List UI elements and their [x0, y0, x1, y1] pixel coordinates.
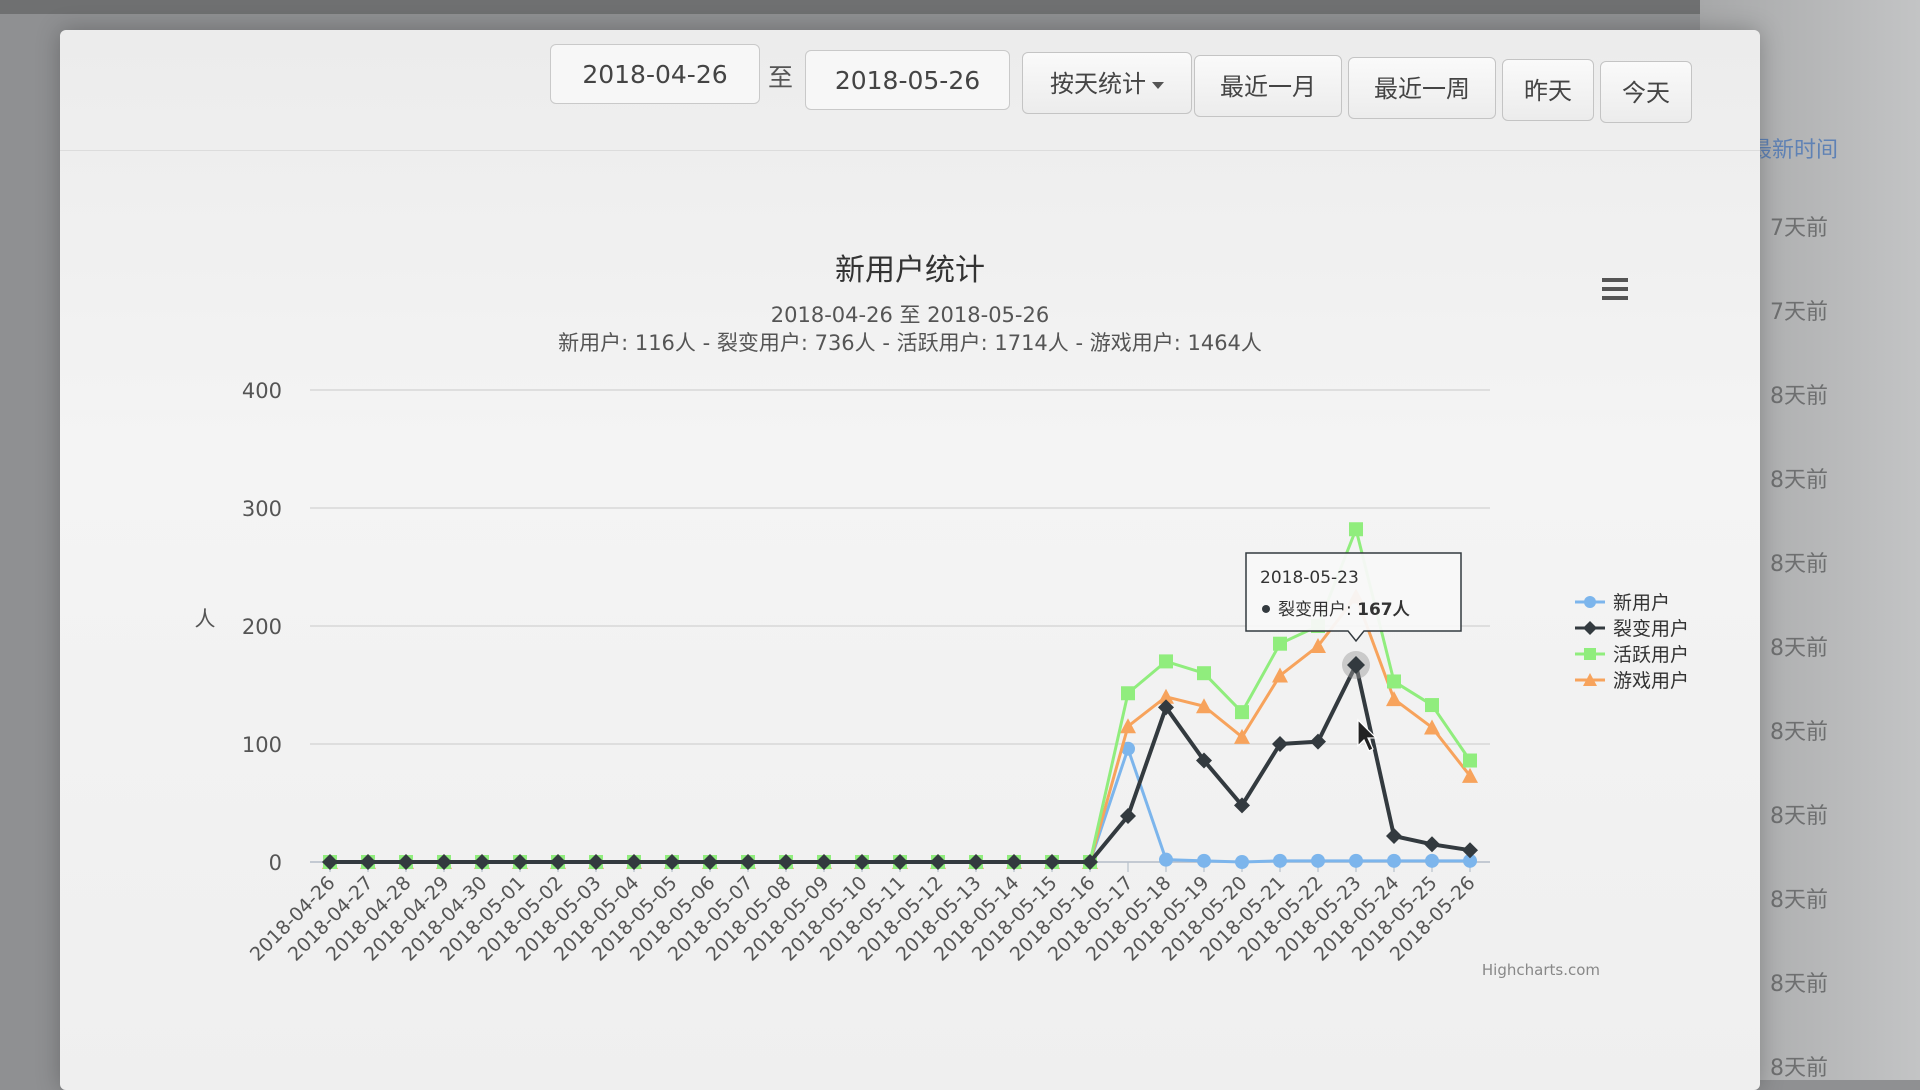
- background-list-item: 8天前: [1770, 1056, 1828, 1081]
- chart-subtitle: 2018-04-26 至 2018-05-26: [771, 303, 1049, 327]
- legend-item[interactable]: 新用户: [1575, 592, 1670, 614]
- background-top-bar: [0, 0, 1920, 14]
- series-line-1: [330, 662, 1471, 864]
- data-point: [1159, 852, 1173, 867]
- menu-icon-bar-1: [1602, 278, 1628, 282]
- y-axis-label: 人: [195, 607, 216, 631]
- chart-summary: 新用户: 116人 - 裂变用户: 736人 - 活跃用户: 1714人 - 游…: [558, 331, 1262, 355]
- line-chart: 新用户统计 2018-04-26 至 2018-05-26 新用户: 116人 …: [195, 253, 1690, 979]
- plot-area: 01002003004002018-04-262018-04-272018-04…: [242, 379, 1490, 966]
- legend-item[interactable]: 游戏用户: [1575, 670, 1689, 692]
- legend-item[interactable]: 活跃用户: [1575, 644, 1689, 666]
- legend-label: 活跃用户: [1613, 644, 1689, 666]
- data-point: [1349, 522, 1363, 537]
- data-point: [1159, 654, 1173, 669]
- y-tick-label: 100: [242, 733, 282, 757]
- data-point: [1197, 853, 1211, 868]
- data-point: [1424, 836, 1440, 853]
- background-link[interactable]: 最新时间: [1750, 132, 1838, 164]
- data-point: [1273, 636, 1287, 651]
- tooltip-bullet: [1262, 604, 1270, 613]
- data-point: [1273, 853, 1287, 868]
- data-point: [1235, 705, 1249, 720]
- data-point: [1387, 853, 1401, 868]
- data-point: [1387, 674, 1401, 689]
- y-tick-label: 300: [242, 497, 282, 521]
- background-list-item: 7天前: [1770, 216, 1828, 241]
- tooltip-value: 167人: [1357, 600, 1410, 620]
- chart-legend: 新用户裂变用户活跃用户游戏用户: [1575, 592, 1689, 692]
- background-list-item: 8天前: [1770, 636, 1828, 661]
- background-list-item: 8天前: [1770, 720, 1828, 745]
- tooltip-date: 2018-05-23: [1260, 568, 1359, 588]
- legend-label: 游戏用户: [1613, 670, 1689, 692]
- background-list-item: 8天前: [1770, 468, 1828, 493]
- background-list-item: 8天前: [1770, 972, 1828, 997]
- background-list-item: 8天前: [1770, 384, 1828, 409]
- legend-marker: [1584, 596, 1596, 608]
- data-point: [1310, 733, 1326, 750]
- data-point: [1235, 855, 1249, 869]
- chart-tooltip: 2018-05-23 裂变用户: 167人: [1245, 552, 1462, 752]
- background-list-item: 8天前: [1770, 888, 1828, 913]
- data-point: [1386, 828, 1402, 845]
- chart-title: 新用户统计: [835, 253, 985, 288]
- legend-marker: [1584, 648, 1596, 660]
- data-point: [1463, 753, 1477, 768]
- tooltip-box: [1245, 552, 1462, 643]
- series-line-0: [330, 747, 1470, 864]
- data-point: [1386, 691, 1402, 707]
- data-point: [1425, 698, 1439, 713]
- data-point: [1311, 853, 1325, 868]
- menu-icon-bar-3: [1602, 296, 1628, 300]
- legend-item[interactable]: 裂变用户: [1575, 618, 1689, 640]
- data-point: [1121, 686, 1135, 701]
- legend-label: 新用户: [1613, 592, 1670, 614]
- highcharts-credit[interactable]: Highcharts.com: [1482, 961, 1600, 979]
- data-point: [1197, 666, 1211, 681]
- y-tick-label: 400: [242, 379, 282, 403]
- y-tick-label: 200: [242, 615, 282, 639]
- legend-marker: [1583, 621, 1597, 635]
- menu-icon-bar-2: [1602, 287, 1628, 291]
- data-point: [1349, 853, 1363, 868]
- y-tick-label: 0: [269, 851, 282, 875]
- data-point: [1462, 842, 1478, 859]
- background-list-item: 8天前: [1770, 804, 1828, 829]
- data-point: [1425, 853, 1439, 868]
- tooltip-series: 裂变用户: 167人: [1278, 600, 1411, 620]
- chart-panel: 2018-04-26 至 2018-05-26 按天统计 最近一月 最近一周 昨…: [60, 30, 1760, 1090]
- export-menu-button[interactable]: [1600, 275, 1630, 303]
- background-list-item: 7天前: [1770, 300, 1828, 325]
- background-list-item: 8天前: [1770, 552, 1828, 577]
- legend-label: 裂变用户: [1613, 618, 1689, 640]
